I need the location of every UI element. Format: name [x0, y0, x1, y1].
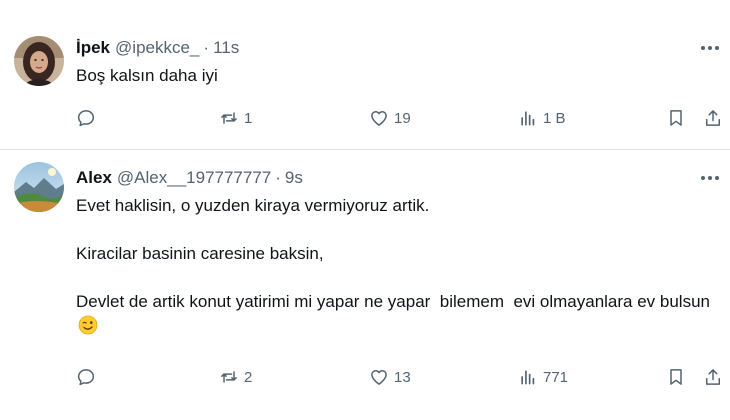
tweet-text-line: Boş kalsın daha iyi [76, 66, 218, 85]
winking-face-emoji [78, 315, 98, 335]
views-count: 771 [543, 368, 569, 386]
reply-button[interactable] [76, 103, 101, 133]
tweet-text-line: Devlet de artik konut yatirimi mi yapar … [76, 290, 716, 338]
bookmark-icon [670, 369, 682, 385]
reply-icon [77, 369, 95, 386]
reply-icon [77, 110, 95, 127]
like-count: 13 [394, 368, 411, 386]
tweet-text: Evet haklisin, o yuzden kiraya vermiyoru… [76, 194, 716, 338]
bookmark-button[interactable] [666, 362, 686, 392]
retweet-count: 1 [244, 109, 253, 127]
tweet-header: Alex @Alex__197777777 · 9s [76, 167, 303, 189]
timestamp[interactable]: 9s [285, 167, 303, 189]
bookmark-icon [670, 110, 682, 126]
retweet-button[interactable]: 1 [219, 103, 252, 133]
reply-button[interactable] [76, 362, 101, 392]
action-bar: 2 13 771 [76, 362, 726, 392]
separator-dot: · [275, 168, 281, 187]
share-icon [706, 110, 720, 126]
share-button[interactable] [703, 362, 723, 392]
tweet[interactable]: Alex @Alex__197777777 · 9s Evet haklisin… [0, 149, 730, 420]
user-handle[interactable]: @ipekkce_ [115, 37, 199, 59]
tweet-text: Boş kalsın daha iyi [76, 64, 716, 88]
tweet[interactable]: İpek @ipekkce_ · 11s Boş kalsın daha iyi… [0, 0, 730, 149]
share-button[interactable] [703, 103, 723, 133]
tweet-header: İpek @ipekkce_ · 11s [76, 37, 239, 59]
tweet-text-line: Evet haklisin, o yuzden kiraya vermiyoru… [76, 196, 430, 215]
retweet-count: 2 [244, 368, 253, 386]
avatar[interactable] [14, 162, 64, 212]
tweet-text-line: Kiracilar basinin caresine baksin, [76, 244, 324, 263]
views-count: 1 B [543, 109, 566, 127]
like-button[interactable]: 13 [369, 362, 411, 392]
heart-icon [371, 370, 387, 385]
separator-dot: · [203, 38, 210, 57]
views-chart-icon [521, 370, 535, 385]
share-icon [706, 369, 720, 385]
views-button[interactable]: 771 [518, 362, 568, 392]
avatar[interactable] [14, 36, 64, 86]
like-button[interactable]: 19 [369, 103, 411, 133]
like-count: 19 [394, 109, 411, 127]
timestamp[interactable]: 11s [213, 37, 239, 59]
action-bar: 1 19 1 B [76, 103, 726, 133]
more-dots-icon[interactable] [696, 167, 724, 189]
retweet-icon [221, 112, 237, 124]
views-chart-icon [521, 111, 535, 126]
more-dots-icon[interactable] [696, 37, 724, 59]
views-button[interactable]: 1 B [518, 103, 566, 133]
heart-icon [371, 111, 387, 126]
retweet-button[interactable]: 2 [219, 362, 252, 392]
bookmark-button[interactable] [666, 103, 686, 133]
display-name[interactable]: Alex [76, 167, 112, 189]
retweet-icon [221, 371, 237, 383]
display-name[interactable]: İpek [76, 37, 110, 59]
user-handle[interactable]: @Alex__197777777 [117, 167, 271, 189]
